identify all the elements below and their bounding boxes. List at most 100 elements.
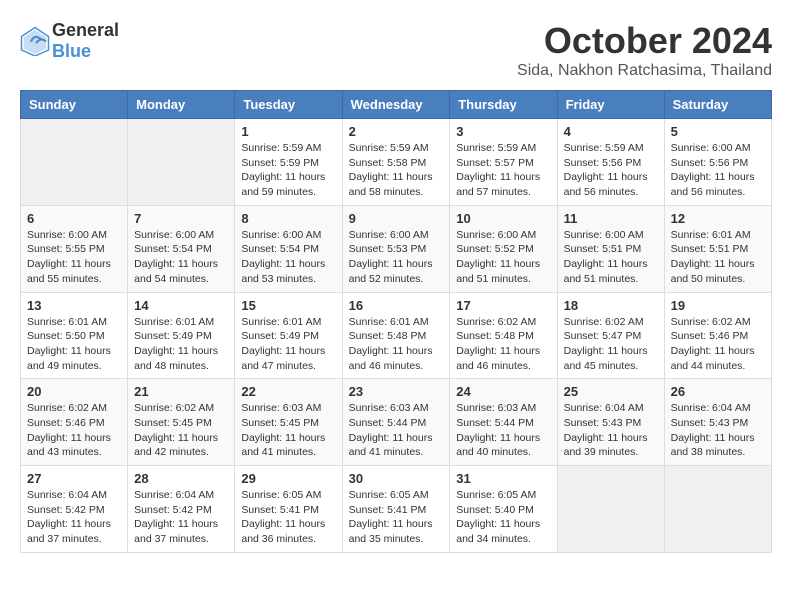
day-info: Sunrise: 5:59 AM Sunset: 5:59 PM Dayligh…: [241, 141, 335, 200]
calendar-cell: 22Sunrise: 6:03 AM Sunset: 5:45 PM Dayli…: [235, 379, 342, 466]
day-number: 31: [456, 471, 550, 486]
day-number: 28: [134, 471, 228, 486]
column-header-tuesday: Tuesday: [235, 91, 342, 119]
day-info: Sunrise: 6:01 AM Sunset: 5:49 PM Dayligh…: [241, 315, 335, 374]
day-info: Sunrise: 6:05 AM Sunset: 5:41 PM Dayligh…: [349, 488, 444, 547]
day-number: 1: [241, 124, 335, 139]
calendar-cell: 21Sunrise: 6:02 AM Sunset: 5:45 PM Dayli…: [128, 379, 235, 466]
calendar-cell: 27Sunrise: 6:04 AM Sunset: 5:42 PM Dayli…: [21, 466, 128, 553]
column-header-friday: Friday: [557, 91, 664, 119]
calendar-week-row: 1 Sunrise: 5:59 AM Sunset: 5:59 PM Daylig…: [21, 119, 772, 206]
calendar-cell: [128, 119, 235, 206]
calendar-cell: 18 Sunrise: 6:02 AM Sunset: 5:47 PM Dayli…: [557, 292, 664, 379]
calendar-cell: 9 Sunrise: 6:00 AM Sunset: 5:53 PM Daylig…: [342, 205, 450, 292]
day-number: 6: [27, 211, 121, 226]
logo-icon: [20, 26, 50, 56]
day-info: Sunrise: 6:01 AM Sunset: 5:49 PM Dayligh…: [134, 315, 228, 374]
calendar-cell: 5 Sunrise: 6:00 AM Sunset: 5:56 PM Daylig…: [664, 119, 771, 206]
day-number: 13: [27, 298, 121, 313]
calendar-cell: 12 Sunrise: 6:01 AM Sunset: 5:51 PM Dayli…: [664, 205, 771, 292]
day-number: 12: [671, 211, 765, 226]
location-title: Sida, Nakhon Ratchasima, Thailand: [517, 62, 772, 80]
day-number: 22: [241, 384, 335, 399]
calendar-cell: 2Sunrise: 5:59 AM Sunset: 5:58 PM Daylig…: [342, 119, 450, 206]
day-info: Sunrise: 5:59 AM Sunset: 5:57 PM Dayligh…: [456, 141, 550, 200]
calendar-cell: 3 Sunrise: 5:59 AM Sunset: 5:57 PM Daylig…: [450, 119, 557, 206]
day-number: 5: [671, 124, 765, 139]
day-number: 23: [349, 384, 444, 399]
day-number: 20: [27, 384, 121, 399]
day-info: Sunrise: 6:04 AM Sunset: 5:42 PM Dayligh…: [27, 488, 121, 547]
calendar-cell: 1 Sunrise: 5:59 AM Sunset: 5:59 PM Daylig…: [235, 119, 342, 206]
logo-general: General: [52, 20, 119, 40]
day-info: Sunrise: 6:01 AM Sunset: 5:51 PM Dayligh…: [671, 228, 765, 287]
day-info: Sunrise: 6:00 AM Sunset: 5:52 PM Dayligh…: [456, 228, 550, 287]
day-info: Sunrise: 6:05 AM Sunset: 5:41 PM Dayligh…: [241, 488, 335, 547]
day-info: Sunrise: 6:00 AM Sunset: 5:51 PM Dayligh…: [564, 228, 658, 287]
calendar-cell: 26 Sunrise: 6:04 AM Sunset: 5:43 PM Dayli…: [664, 379, 771, 466]
day-number: 19: [671, 298, 765, 313]
calendar-cell: 16 Sunrise: 6:01 AM Sunset: 5:48 PM Dayli…: [342, 292, 450, 379]
calendar-cell: 25 Sunrise: 6:04 AM Sunset: 5:43 PM Dayli…: [557, 379, 664, 466]
title-area: October 2024 Sida, Nakhon Ratchasima, Th…: [517, 20, 772, 80]
day-info: Sunrise: 6:02 AM Sunset: 5:46 PM Dayligh…: [27, 401, 121, 460]
day-number: 3: [456, 124, 550, 139]
column-header-monday: Monday: [128, 91, 235, 119]
logo-text: General Blue: [52, 20, 119, 62]
day-number: 7: [134, 211, 228, 226]
day-number: 16: [349, 298, 444, 313]
day-number: 4: [564, 124, 658, 139]
day-info: Sunrise: 6:02 AM Sunset: 5:46 PM Dayligh…: [671, 315, 765, 374]
day-number: 26: [671, 384, 765, 399]
day-info: Sunrise: 6:01 AM Sunset: 5:50 PM Dayligh…: [27, 315, 121, 374]
column-header-wednesday: Wednesday: [342, 91, 450, 119]
calendar-cell: 6 Sunrise: 6:00 AM Sunset: 5:55 PM Daylig…: [21, 205, 128, 292]
calendar-week-row: 13 Sunrise: 6:01 AM Sunset: 5:50 PM Dayli…: [21, 292, 772, 379]
logo: General Blue: [20, 20, 119, 62]
day-info: Sunrise: 6:01 AM Sunset: 5:48 PM Dayligh…: [349, 315, 444, 374]
day-number: 10: [456, 211, 550, 226]
column-header-thursday: Thursday: [450, 91, 557, 119]
calendar-cell: 30Sunrise: 6:05 AM Sunset: 5:41 PM Dayli…: [342, 466, 450, 553]
day-info: Sunrise: 6:00 AM Sunset: 5:56 PM Dayligh…: [671, 141, 765, 200]
day-info: Sunrise: 6:03 AM Sunset: 5:44 PM Dayligh…: [349, 401, 444, 460]
calendar-cell: 13 Sunrise: 6:01 AM Sunset: 5:50 PM Dayli…: [21, 292, 128, 379]
day-info: Sunrise: 6:04 AM Sunset: 5:43 PM Dayligh…: [671, 401, 765, 460]
calendar-header-row: SundayMondayTuesdayWednesdayThursdayFrid…: [21, 91, 772, 119]
day-number: 8: [241, 211, 335, 226]
calendar-cell: 7 Sunrise: 6:00 AM Sunset: 5:54 PM Daylig…: [128, 205, 235, 292]
day-number: 11: [564, 211, 658, 226]
day-info: Sunrise: 6:00 AM Sunset: 5:54 PM Dayligh…: [134, 228, 228, 287]
day-info: Sunrise: 6:02 AM Sunset: 5:48 PM Dayligh…: [456, 315, 550, 374]
column-header-saturday: Saturday: [664, 91, 771, 119]
calendar-table: SundayMondayTuesdayWednesdayThursdayFrid…: [20, 90, 772, 553]
day-info: Sunrise: 6:00 AM Sunset: 5:53 PM Dayligh…: [349, 228, 444, 287]
day-info: Sunrise: 6:00 AM Sunset: 5:54 PM Dayligh…: [241, 228, 335, 287]
calendar-cell: [557, 466, 664, 553]
calendar-cell: 14Sunrise: 6:01 AM Sunset: 5:49 PM Dayli…: [128, 292, 235, 379]
day-number: 29: [241, 471, 335, 486]
calendar-cell: 19 Sunrise: 6:02 AM Sunset: 5:46 PM Dayli…: [664, 292, 771, 379]
day-info: Sunrise: 5:59 AM Sunset: 5:56 PM Dayligh…: [564, 141, 658, 200]
calendar-cell: 31Sunrise: 6:05 AM Sunset: 5:40 PM Dayli…: [450, 466, 557, 553]
day-number: 17: [456, 298, 550, 313]
calendar-cell: 23 Sunrise: 6:03 AM Sunset: 5:44 PM Dayli…: [342, 379, 450, 466]
calendar-cell: 28 Sunrise: 6:04 AM Sunset: 5:42 PM Dayli…: [128, 466, 235, 553]
day-number: 25: [564, 384, 658, 399]
day-number: 9: [349, 211, 444, 226]
day-number: 15: [241, 298, 335, 313]
day-number: 24: [456, 384, 550, 399]
calendar-week-row: 27Sunrise: 6:04 AM Sunset: 5:42 PM Dayli…: [21, 466, 772, 553]
calendar-cell: 29 Sunrise: 6:05 AM Sunset: 5:41 PM Dayli…: [235, 466, 342, 553]
day-info: Sunrise: 6:00 AM Sunset: 5:55 PM Dayligh…: [27, 228, 121, 287]
page-header: General Blue October 2024 Sida, Nakhon R…: [20, 20, 772, 80]
calendar-week-row: 20 Sunrise: 6:02 AM Sunset: 5:46 PM Dayli…: [21, 379, 772, 466]
day-info: Sunrise: 6:04 AM Sunset: 5:43 PM Dayligh…: [564, 401, 658, 460]
calendar-cell: [664, 466, 771, 553]
logo-blue: Blue: [52, 41, 91, 61]
calendar-cell: 15 Sunrise: 6:01 AM Sunset: 5:49 PM Dayli…: [235, 292, 342, 379]
day-info: Sunrise: 6:04 AM Sunset: 5:42 PM Dayligh…: [134, 488, 228, 547]
day-number: 21: [134, 384, 228, 399]
day-info: Sunrise: 6:02 AM Sunset: 5:47 PM Dayligh…: [564, 315, 658, 374]
day-number: 18: [564, 298, 658, 313]
